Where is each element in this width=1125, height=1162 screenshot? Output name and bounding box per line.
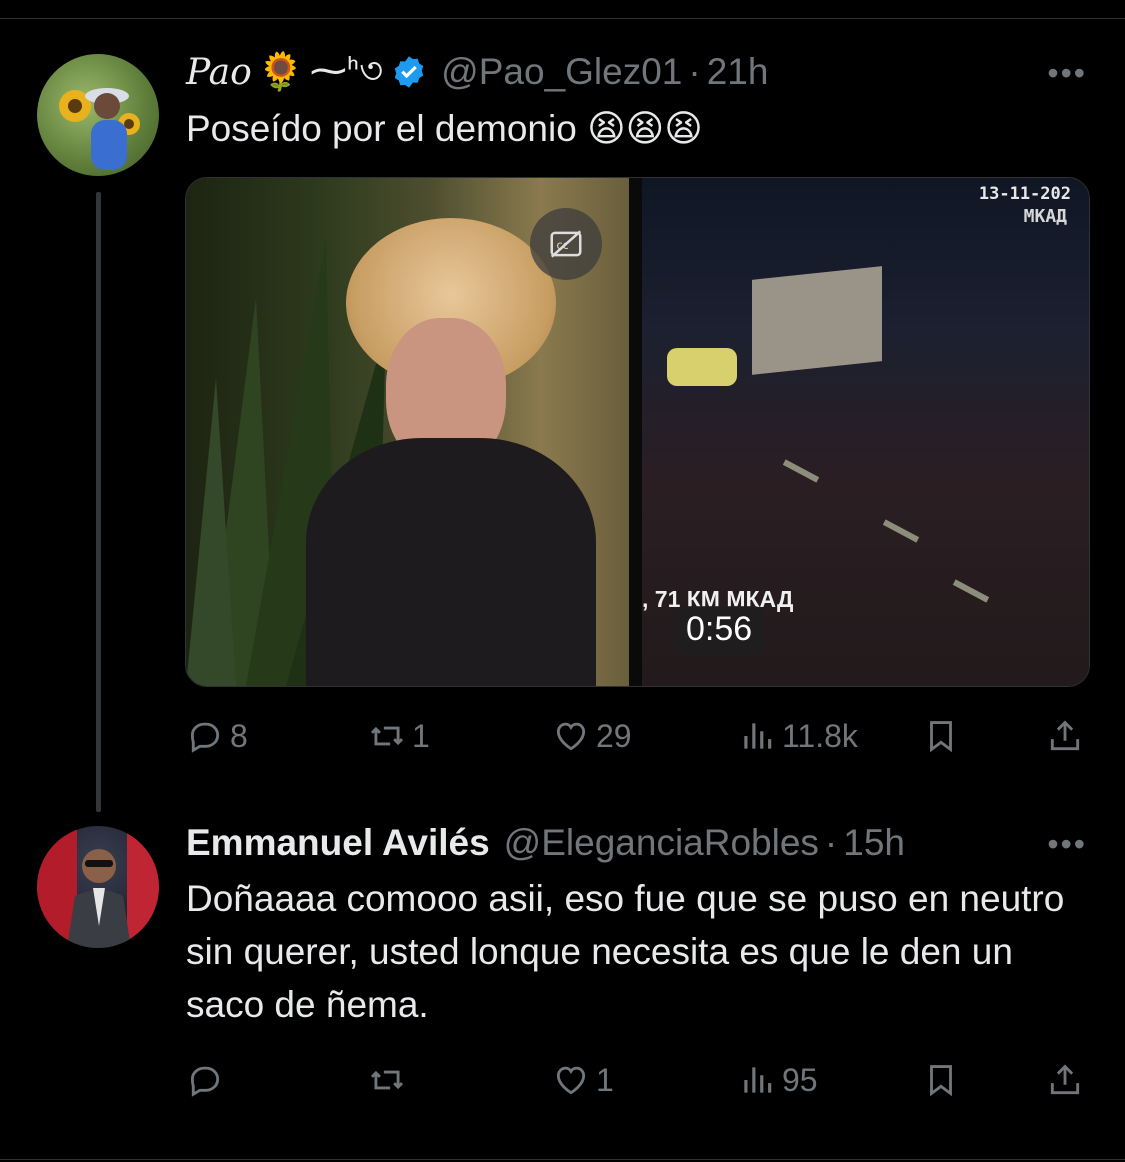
tweet2-header: Emmanuel Avilés @EleganciaRobles · 15h bbox=[186, 821, 905, 865]
more-options-icon[interactable]: ••• bbox=[1047, 55, 1087, 92]
display-name[interactable]: Emmanuel Avilés bbox=[186, 822, 490, 864]
name-decoration: ⁓ᑋ৩ bbox=[309, 49, 384, 91]
share-icon bbox=[1050, 720, 1080, 751]
views-count: 11.8k bbox=[782, 717, 858, 754]
tweet1-actions: 8 1 29 11.8k bbox=[186, 712, 1086, 760]
woman-jacket bbox=[306, 438, 596, 686]
views-icon bbox=[744, 723, 772, 749]
display-name[interactable]: Pao bbox=[186, 52, 252, 93]
views-button[interactable]: 11.8k bbox=[738, 712, 858, 760]
bottom-divider bbox=[0, 1159, 1125, 1160]
verified-badge-icon[interactable] bbox=[391, 54, 427, 90]
sunflower-emoji: 🌻 bbox=[257, 50, 304, 92]
retweet-icon bbox=[370, 1070, 404, 1090]
tweet-text: Poseído por el demonio 😫😫😫 bbox=[186, 108, 703, 149]
like-count: 29 bbox=[596, 717, 632, 754]
views-icon bbox=[744, 1067, 772, 1093]
avatar[interactable] bbox=[37, 54, 159, 176]
thread-connector bbox=[96, 192, 101, 812]
retweet-button[interactable]: 1 bbox=[368, 712, 430, 760]
avatar[interactable] bbox=[37, 826, 159, 948]
handle[interactable]: @EleganciaRobles bbox=[504, 822, 819, 864]
bookmark-icon bbox=[930, 1065, 952, 1097]
lane-marking bbox=[952, 579, 990, 603]
reply-count: 8 bbox=[230, 717, 248, 754]
heart-icon bbox=[556, 722, 586, 751]
captions-off-icon: cc bbox=[550, 230, 582, 258]
reply-button[interactable]: 8 bbox=[186, 712, 248, 760]
cctv-date: 13-11-202 bbox=[978, 184, 1071, 204]
share-icon bbox=[1050, 1064, 1080, 1095]
cctv-location: МКАД bbox=[1023, 206, 1067, 227]
media-divider bbox=[629, 178, 642, 686]
lane-marking bbox=[882, 519, 920, 543]
lane-marking bbox=[782, 459, 820, 483]
heart-icon bbox=[556, 1066, 586, 1095]
views-count: 95 bbox=[782, 1061, 818, 1098]
reply-icon bbox=[190, 722, 220, 753]
share-button[interactable] bbox=[1046, 712, 1084, 760]
captions-off-button[interactable]: cc bbox=[530, 208, 602, 280]
handle[interactable]: @Pao_Glez01 bbox=[441, 51, 682, 93]
like-button[interactable]: 29 bbox=[552, 712, 632, 760]
car bbox=[667, 348, 737, 386]
retweet-count: 1 bbox=[412, 717, 430, 754]
bookmark-icon bbox=[930, 721, 952, 753]
tweet2-actions: 1 95 bbox=[186, 1056, 1086, 1104]
views-button[interactable]: 95 bbox=[738, 1056, 818, 1104]
video-media[interactable]: 13-11-202 МКАД , 71 КМ МКАД cc 0:56 bbox=[185, 177, 1090, 687]
separator: · bbox=[824, 822, 838, 863]
tweet1-header: Pao 🌻 ⁓ᑋ৩ @Pao_Glez01 · 21h bbox=[186, 50, 768, 94]
top-divider bbox=[0, 18, 1125, 19]
reply-button[interactable] bbox=[186, 1056, 230, 1104]
separator: · bbox=[688, 51, 701, 92]
more-options-icon[interactable]: ••• bbox=[1047, 826, 1087, 863]
truck bbox=[752, 266, 882, 375]
reply-icon bbox=[190, 1066, 220, 1097]
like-button[interactable]: 1 bbox=[552, 1056, 614, 1104]
bookmark-button[interactable] bbox=[922, 712, 960, 760]
timestamp[interactable]: 15h bbox=[843, 822, 905, 864]
video-duration: 0:56 bbox=[674, 606, 765, 653]
retweet-icon bbox=[370, 726, 404, 746]
tweet-text: Doñaaaa comooo asii, eso fue que se puso… bbox=[186, 878, 1065, 1025]
like-count: 1 bbox=[596, 1061, 614, 1098]
share-button[interactable] bbox=[1046, 1056, 1084, 1104]
bookmark-button[interactable] bbox=[922, 1056, 960, 1104]
retweet-button[interactable] bbox=[368, 1056, 412, 1104]
timestamp[interactable]: 21h bbox=[707, 51, 769, 93]
